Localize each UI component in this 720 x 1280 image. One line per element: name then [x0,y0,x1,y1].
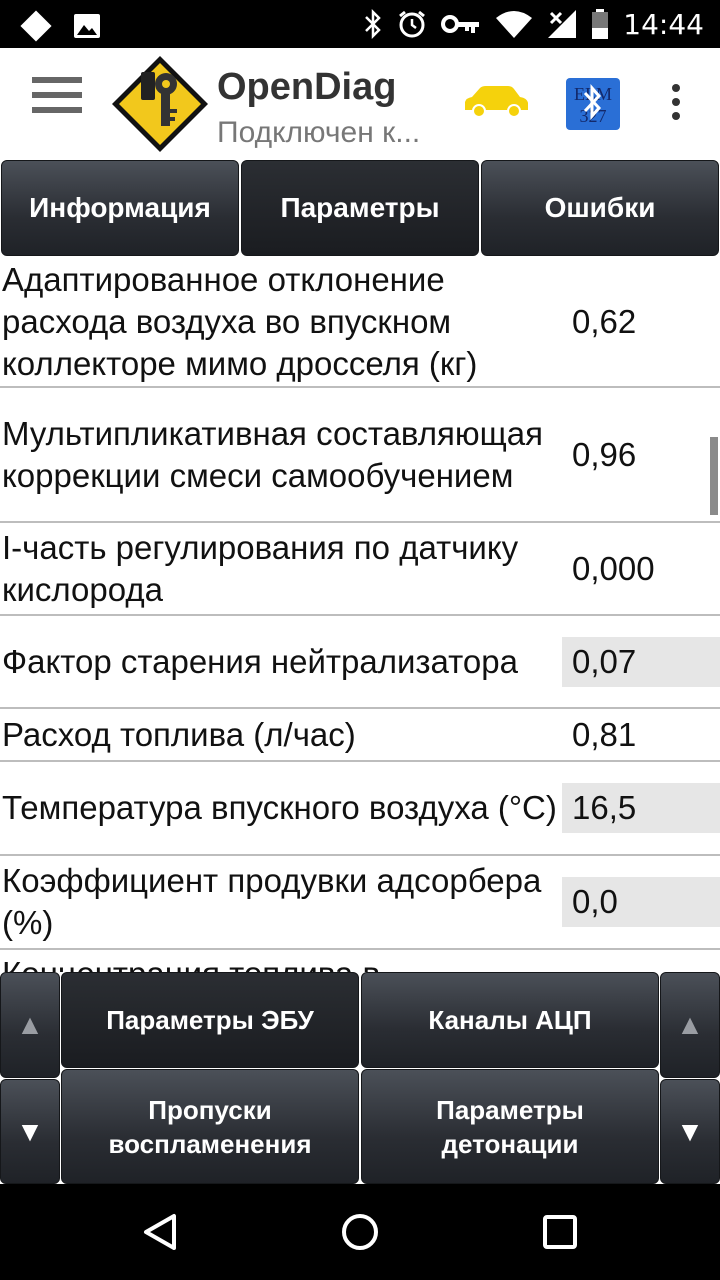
knock-params-button[interactable]: Параметры детонации [361,1069,659,1184]
param-name: Фактор старения нейтрализатора [2,642,518,680]
list-item: Расход топлива (л/час) 0,81 [0,709,720,762]
list-item: Мультипликативная составляющая коррекции… [0,388,720,523]
ecu-params-label: Параметры ЭБУ [106,1005,314,1035]
ecu-params-button[interactable]: Параметры ЭБУ [61,972,359,1068]
scrollbar-thumb[interactable] [710,437,718,515]
app-logo [112,56,208,152]
tab-bar: Информация Параметры Ошибки [0,158,720,258]
car-icon[interactable] [462,84,530,120]
list-item: Фактор старения нейтрализатора 0,07 [0,616,720,709]
scroll-up-left-button[interactable]: ▲ [0,972,60,1078]
back-icon[interactable] [140,1212,180,1252]
list-item: Коэффициент продувки адсорбера (%) 0,0 [0,856,720,950]
param-value: 0,0 [562,877,720,927]
scroll-up-right-button[interactable]: ▲ [660,972,720,1078]
app-bar: OpenDiag Подключен к... ELM 327 [0,48,720,158]
app-title: OpenDiag [217,66,397,108]
misfires-button[interactable]: Пропуски воспламенения [61,1069,359,1184]
wifi-icon [496,11,533,38]
bluetooth-icon [365,9,382,39]
app-notification-icon [20,10,52,42]
status-time: 14:44 [623,7,704,41]
menu-icon[interactable] [32,77,82,129]
overflow-menu-icon[interactable] [664,84,688,124]
image-notification-icon [74,14,100,38]
navigation-bar [0,1184,720,1280]
param-value: 0,96 [572,435,637,473]
signal-icon [548,10,577,38]
misfires-label: Пропуски воспламенения [108,1094,312,1159]
param-value: 0,62 [572,303,637,340]
param-name: Коэффициент продувки адсорбера (%) [2,862,542,941]
param-name: I-часть регулирования по датчику кислоро… [2,528,519,608]
scroll-down-left-button[interactable]: ▼ [0,1079,60,1184]
parameter-list[interactable]: Адаптированное отклонение расхода воздух… [0,258,720,972]
list-item: Концентрация топлива в [0,950,720,972]
alarm-icon [399,10,426,38]
home-icon[interactable] [340,1212,380,1252]
param-name: Расход топлива (л/час) [2,715,356,753]
list-item: Адаптированное отклонение расхода воздух… [0,258,720,388]
arrow-up-icon: ▲ [16,1009,44,1040]
arrow-down-icon: ▼ [16,1115,44,1147]
battery-icon [592,9,609,39]
tab-errors[interactable]: Ошибки [481,160,719,256]
list-item: I-часть регулирования по датчику кислоро… [0,523,720,616]
list-item: Температура впускного воздуха (°C) 16,5 [0,762,720,856]
knock-params-label: Параметры детонации [436,1094,584,1159]
elm327-bluetooth-icon[interactable]: ELM 327 [566,78,620,130]
param-value: 16,5 [562,783,720,833]
key-icon [441,15,480,33]
tab-parameters[interactable]: Параметры [241,160,479,256]
arrow-up-icon: ▲ [676,1009,704,1040]
recents-icon[interactable] [542,1214,578,1250]
param-value: 0,07 [562,636,720,687]
arrow-down-icon: ▼ [676,1115,704,1147]
param-value: 0,000 [572,549,655,587]
connection-status: Подключен к... [217,116,421,149]
status-bar: 14:44 [0,0,720,48]
param-name: Мультипликативная составляющая коррекции… [2,414,543,494]
tab-information[interactable]: Информация [1,160,239,256]
param-value [562,950,720,972]
param-name: Температура впускного воздуха (°C) [2,789,557,826]
adc-channels-label: Каналы АЦП [428,1005,592,1035]
param-name: Концентрация топлива в [0,950,562,972]
param-value: 0,81 [572,715,637,753]
bottom-button-panel: ▲ Параметры ЭБУ Каналы АЦП ▲ ▼ Пропуски … [0,972,720,1184]
adc-channels-button[interactable]: Каналы АЦП [361,972,659,1068]
param-name: Адаптированное отклонение расхода воздух… [2,261,478,382]
scroll-down-right-button[interactable]: ▼ [660,1079,720,1184]
